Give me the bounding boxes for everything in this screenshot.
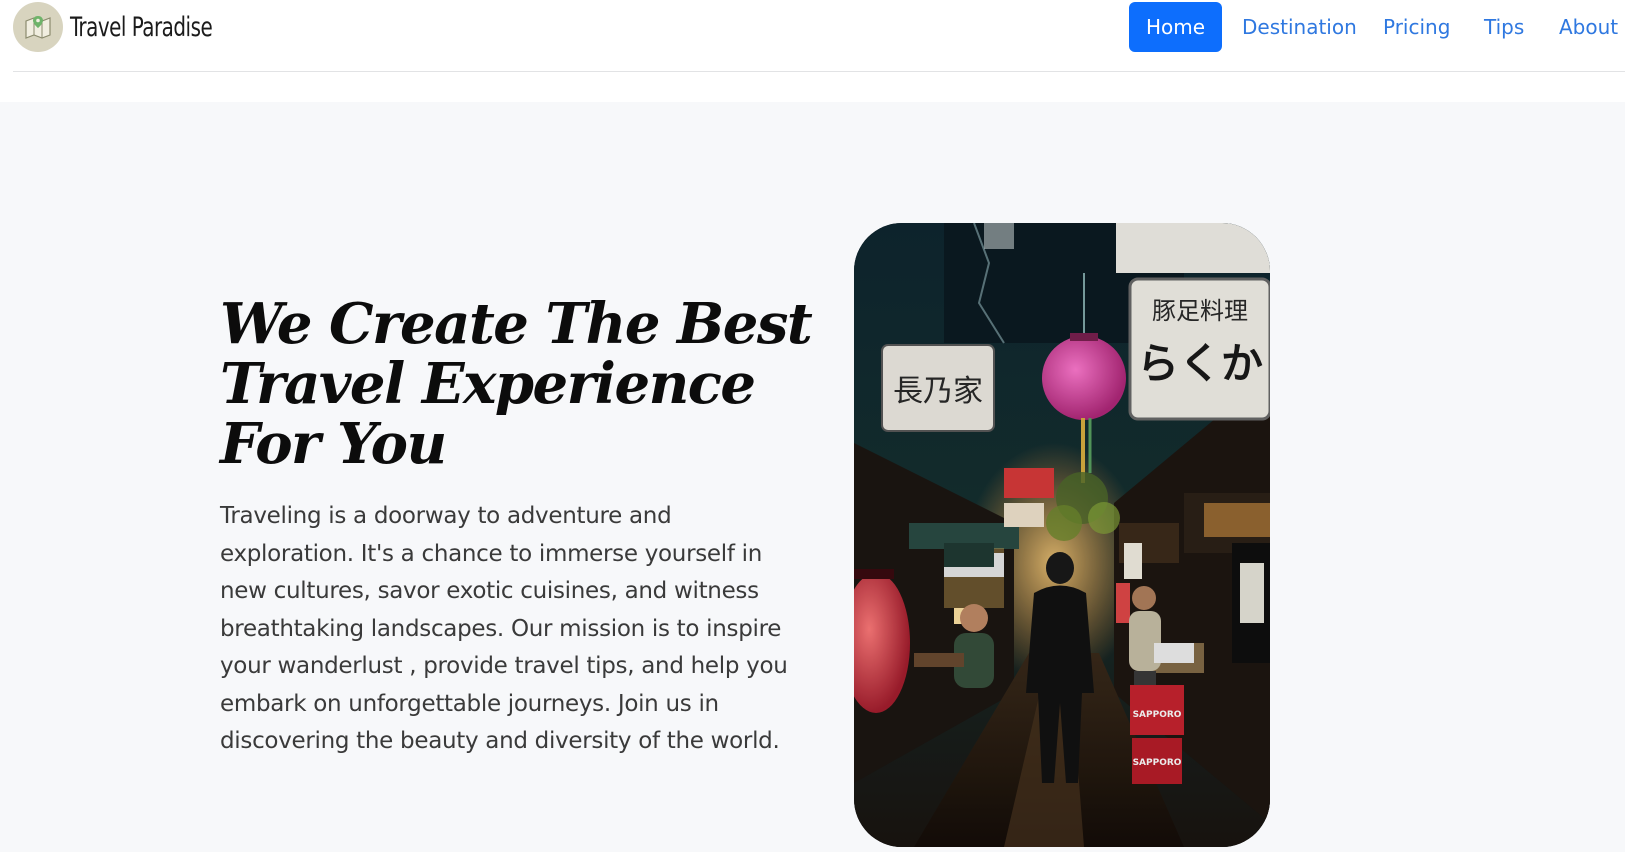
night-alley-illustration: 長乃家 豚足料理 らくか SAPPORO SAPPORO xyxy=(854,223,1270,847)
navbar-divider xyxy=(13,71,1625,72)
nav-home[interactable]: Home xyxy=(1129,2,1222,52)
page: Travel Paradise Home Destination Pricing… xyxy=(0,0,1625,852)
hero-title: We Create The Best Travel Experience For… xyxy=(220,291,813,477)
hero-description: Traveling is a doorway to adventure and … xyxy=(220,503,788,754)
nav-destination[interactable]: Destination xyxy=(1242,2,1357,52)
main-nav: Home Destination Pricing Tips About xyxy=(0,2,1625,54)
navbar: Travel Paradise Home Destination Pricing… xyxy=(0,0,1625,72)
nav-about[interactable]: About xyxy=(1559,2,1618,52)
nav-pricing[interactable]: Pricing xyxy=(1383,2,1450,52)
hero-section: We Create The Best Travel Experience For… xyxy=(0,102,1625,852)
nav-tips[interactable]: Tips xyxy=(1484,2,1524,52)
hero-image: 長乃家 豚足料理 らくか SAPPORO SAPPORO xyxy=(854,223,1270,847)
